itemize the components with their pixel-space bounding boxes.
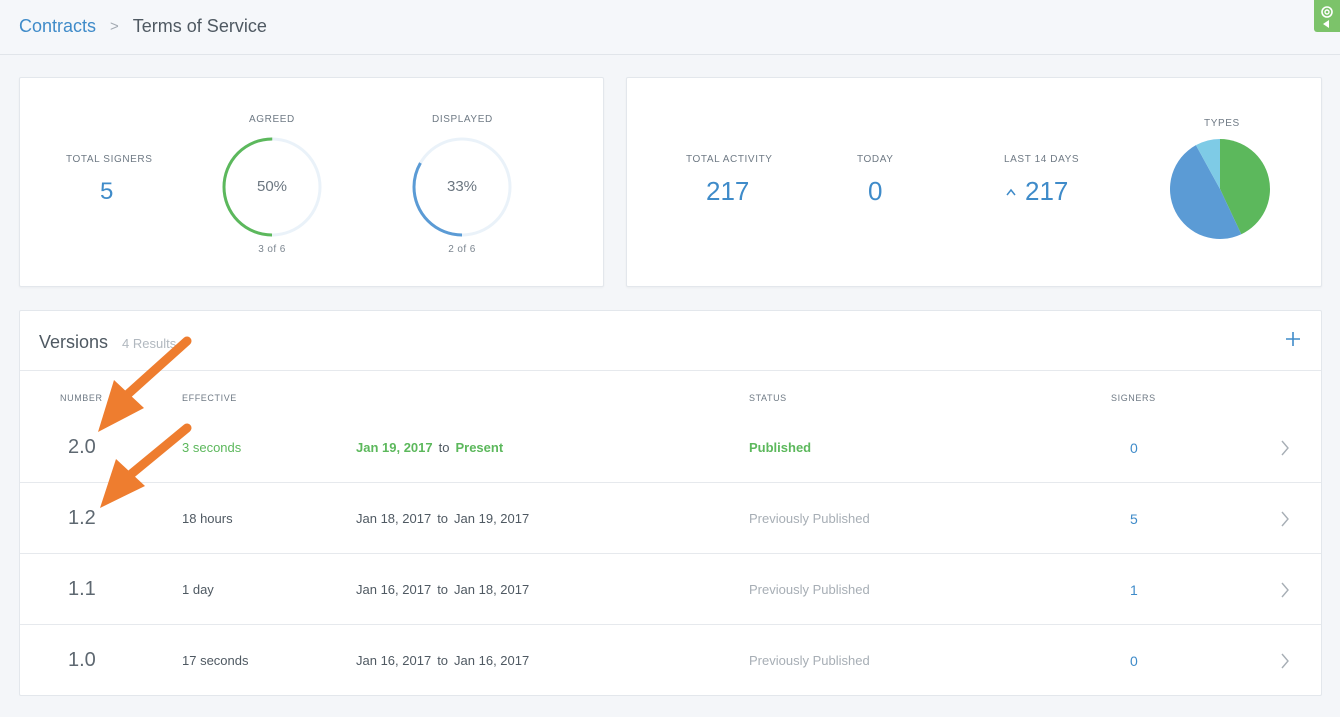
version-signers-link[interactable]: 0: [1130, 625, 1138, 696]
version-number: 2.0: [68, 436, 96, 458]
versions-count: 4 Results: [122, 336, 177, 351]
effective-from: Jan 19, 2017: [356, 440, 433, 455]
chevron-right-icon[interactable]: [1280, 554, 1290, 625]
version-number: 1.0: [68, 649, 96, 671]
chevron-right-icon[interactable]: [1280, 483, 1290, 554]
column-header-number: NUMBER: [60, 393, 103, 403]
breadcrumb: Contracts > Terms of Service: [19, 16, 267, 37]
version-effective-range: Jan 16, 2017 to Jan 18, 2017: [356, 554, 529, 625]
breadcrumb-contracts-link[interactable]: Contracts: [19, 16, 96, 37]
versions-header: Versions 4 Results: [20, 311, 1321, 371]
displayed-count: 2 of 6: [448, 244, 476, 255]
chevron-right-icon[interactable]: [1280, 625, 1290, 696]
agreed-percent: 50%: [256, 178, 288, 195]
version-age: 3 seconds: [182, 440, 242, 455]
range-to: to: [438, 440, 450, 455]
total-signers-label: TOTAL SIGNERS: [66, 154, 153, 165]
version-age: 1 day: [182, 582, 214, 597]
effective-until: Jan 19, 2017: [454, 511, 530, 526]
versions-panel: Versions 4 Results NUMBER EFFECTIVE STAT…: [19, 310, 1322, 696]
version-effective-range: Jan 19, 2017 to Present: [356, 412, 503, 483]
version-age: 17 seconds: [182, 653, 249, 668]
activity-summary-card: TOTAL ACTIVITY 217 TODAY 0 LAST 14 DAYS …: [626, 77, 1322, 287]
column-header-signers: SIGNERS: [1111, 393, 1156, 403]
effective-until: Jan 18, 2017: [454, 582, 530, 597]
effective-until: Jan 16, 2017: [454, 653, 530, 668]
column-header-status: STATUS: [749, 393, 787, 403]
agreed-label: AGREED: [249, 114, 295, 125]
version-signers-link[interactable]: 1: [1130, 554, 1138, 625]
today-value: 0: [868, 176, 883, 206]
version-signers-link[interactable]: 0: [1130, 412, 1138, 483]
version-effective-range: Jan 16, 2017 to Jan 16, 2017: [356, 625, 529, 696]
add-version-button[interactable]: [1282, 329, 1304, 351]
effective-from: Jan 16, 2017: [356, 582, 432, 597]
range-to: to: [437, 511, 449, 526]
total-signers-value: 5: [100, 178, 114, 205]
displayed-label: DISPLAYED: [432, 114, 493, 125]
total-activity-value: 217: [706, 176, 750, 206]
version-row-1-2[interactable]: 1.2 18 hours Jan 18, 2017 to Jan 19, 201…: [20, 483, 1321, 554]
version-number: 1.1: [68, 578, 96, 600]
types-label: TYPES: [1204, 118, 1240, 129]
version-row-1-0[interactable]: 1.0 17 seconds Jan 16, 2017 to Jan 16, 2…: [20, 625, 1321, 696]
version-status: Published: [749, 440, 812, 455]
displayed-percent: 33%: [446, 178, 478, 195]
total-activity-label: TOTAL ACTIVITY: [686, 154, 773, 165]
signers-summary-card: TOTAL SIGNERS 5 AGREED 50% 3 of 6 DISPLA…: [19, 77, 604, 287]
chevron-up-icon: [1006, 188, 1016, 196]
version-number: 1.2: [68, 507, 96, 529]
last-14-days-value: 217: [1025, 176, 1069, 206]
types-pie-chart: [1170, 139, 1270, 239]
agreed-count: 3 of 6: [258, 244, 286, 255]
column-header-effective: EFFECTIVE: [182, 393, 237, 403]
version-signers-link[interactable]: 5: [1130, 483, 1138, 554]
today-label: TODAY: [857, 154, 894, 165]
effective-from: Jan 16, 2017: [356, 653, 432, 668]
last-14-days-label: LAST 14 DAYS: [1004, 154, 1080, 165]
range-to: to: [437, 582, 449, 597]
breadcrumb-separator: >: [110, 18, 119, 35]
top-bar: Contracts > Terms of Service: [0, 0, 1340, 55]
effective-until: Present: [455, 440, 504, 455]
plus-icon: [1286, 332, 1300, 346]
help-widget-tab[interactable]: [1314, 0, 1340, 32]
effective-from: Jan 18, 2017: [356, 511, 432, 526]
swirl-icon: [1321, 6, 1333, 28]
version-status: Previously Published: [749, 511, 870, 526]
chevron-right-icon[interactable]: [1280, 412, 1290, 483]
version-age: 18 hours: [182, 511, 233, 526]
version-effective-range: Jan 18, 2017 to Jan 19, 2017: [356, 483, 529, 554]
version-status: Previously Published: [749, 582, 870, 597]
range-to: to: [437, 653, 449, 668]
version-status: Previously Published: [749, 653, 870, 668]
version-row-2-0[interactable]: 2.0 3 seconds Jan 19, 2017 to Present Pu…: [20, 412, 1321, 483]
versions-title: Versions: [39, 332, 109, 352]
page-title: Terms of Service: [132, 16, 267, 36]
versions-table-body: 2.0 3 seconds Jan 19, 2017 to Present Pu…: [20, 412, 1321, 697]
version-row-1-1[interactable]: 1.1 1 day Jan 16, 2017 to Jan 18, 2017 P…: [20, 554, 1321, 625]
